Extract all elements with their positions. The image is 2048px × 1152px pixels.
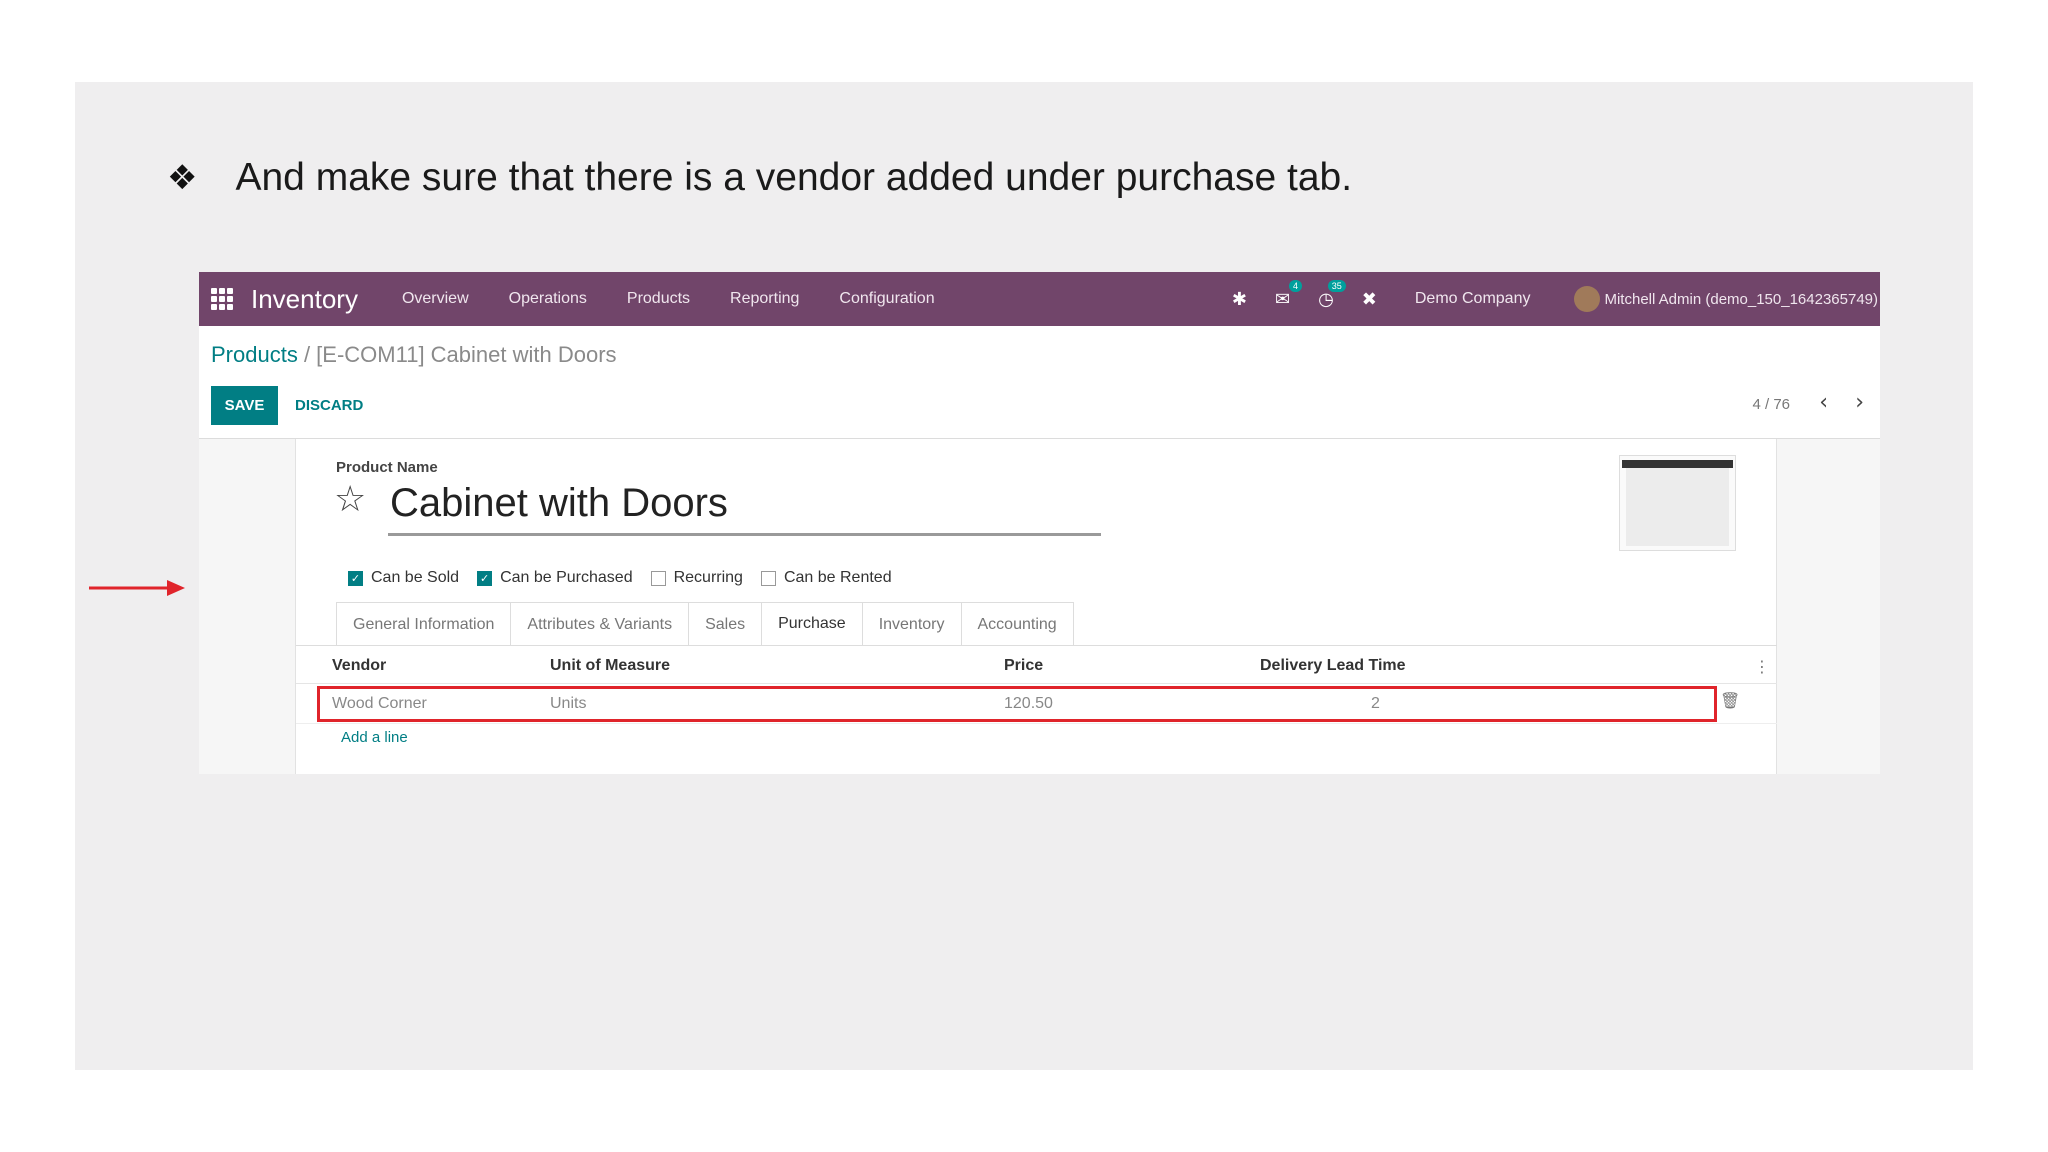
checkbox-checked-icon[interactable]: ✓ [477, 570, 493, 586]
tools-icon[interactable]: ✖ [1362, 289, 1377, 310]
checkbox-can-be-sold[interactable]: ✓ Can be Sold [348, 569, 459, 587]
checkbox-can-be-purchased[interactable]: ✓ Can be Purchased [477, 569, 633, 587]
discard-button[interactable]: DISCARD [295, 386, 363, 425]
bullet-icon: ❖ [167, 158, 198, 198]
slide: ❖ And make sure that there is a vendor a… [75, 82, 1973, 1070]
tab-attributes-variants[interactable]: Attributes & Variants [510, 602, 690, 646]
chevron-left-icon[interactable]: ‹ [1819, 390, 1828, 415]
apps-grid-icon[interactable] [211, 288, 233, 310]
instruction-text: And make sure that there is a vendor add… [235, 156, 1353, 199]
instruction-line: ❖ And make sure that there is a vendor a… [167, 156, 1352, 200]
star-icon[interactable]: ☆ [334, 479, 366, 520]
column-header-price[interactable]: Price [1004, 657, 1043, 675]
product-name-input[interactable]: Cabinet with Doors [390, 481, 728, 526]
notebook-tabs: General Information Attributes & Variant… [336, 602, 1074, 646]
app-title[interactable]: Inventory [251, 284, 358, 315]
checkbox-label: Can be Purchased [500, 569, 633, 586]
checkbox-unchecked-icon[interactable] [650, 570, 666, 586]
top-navbar: Inventory Overview Operations Products R… [199, 272, 1880, 326]
bug-icon[interactable]: ✱ [1232, 289, 1247, 310]
menu-operations[interactable]: Operations [489, 290, 607, 308]
menu-overview[interactable]: Overview [382, 290, 489, 308]
checkbox-recurring[interactable]: Recurring [650, 569, 743, 587]
breadcrumb-separator: / [297, 342, 317, 367]
tab-purchase[interactable]: Purchase [761, 602, 863, 646]
save-button[interactable]: SAVE [211, 386, 278, 425]
menu-products[interactable]: Products [607, 290, 710, 308]
divider [296, 645, 1777, 646]
divider [296, 683, 1777, 684]
odoo-screenshot: Inventory Overview Operations Products R… [199, 272, 1880, 774]
breadcrumb-current: [E-COM11] Cabinet with Doors [316, 342, 617, 367]
navbar-right: ✱ ✉ 4 ◷ 35 ✖ Demo Company Mitchell Admin (… [1218, 272, 1880, 326]
checkbox-label: Recurring [673, 569, 743, 586]
company-switcher[interactable]: Demo Company [1415, 290, 1531, 308]
column-header-vendor[interactable]: Vendor [332, 657, 386, 675]
breadcrumb: Products / [E-COM11] Cabinet with Doors [211, 342, 617, 368]
activity-badge: 35 [1327, 279, 1346, 292]
pager-value[interactable]: 4 / 76 [1752, 396, 1790, 413]
breadcrumb-products[interactable]: Products [211, 342, 298, 367]
menu-configuration[interactable]: Configuration [819, 290, 954, 308]
menu-reporting[interactable]: Reporting [710, 290, 819, 308]
product-options: ✓ Can be Sold ✓ Can be Purchased Recurri… [348, 569, 910, 587]
column-header-lead-time[interactable]: Delivery Lead Time [1260, 657, 1406, 675]
chat-icon[interactable]: ✉ 4 [1275, 279, 1303, 310]
tab-inventory[interactable]: Inventory [861, 602, 962, 646]
checkbox-unchecked-icon[interactable] [760, 570, 776, 586]
chat-badge: 4 [1289, 279, 1303, 292]
checkbox-checked-icon[interactable]: ✓ [348, 570, 363, 586]
checkbox-label: Can be Rented [783, 569, 892, 586]
column-settings-icon[interactable]: ⋮ [1754, 657, 1770, 676]
arrow-icon [89, 580, 185, 596]
checkbox-can-be-rented[interactable]: Can be Rented [760, 569, 892, 587]
checkbox-label: Can be Sold [371, 569, 460, 586]
divider [296, 723, 1777, 724]
product-name-label: Product Name [336, 459, 438, 476]
chevron-right-icon[interactable]: › [1855, 390, 1864, 415]
form-sheet: Product Name ☆ Cabinet with Doors ✓ Can … [295, 439, 1777, 774]
column-header-uom[interactable]: Unit of Measure [550, 657, 670, 675]
tab-accounting[interactable]: Accounting [960, 602, 1074, 646]
tab-general-information[interactable]: General Information [336, 602, 512, 646]
tab-sales[interactable]: Sales [688, 602, 763, 646]
add-line-link[interactable]: Add a line [341, 729, 408, 746]
main-menu: Overview Operations Products Reporting C… [382, 290, 955, 308]
input-underline [388, 533, 1101, 536]
highlight-box [317, 686, 1717, 722]
clock-icon[interactable]: ◷ 35 [1318, 279, 1346, 310]
product-image[interactable] [1619, 455, 1736, 551]
trash-icon[interactable]: 🗑 [1720, 691, 1740, 710]
avatar[interactable] [1574, 286, 1601, 312]
user-menu[interactable]: Mitchell Admin (demo_150_1642365749) [1604, 291, 1878, 308]
